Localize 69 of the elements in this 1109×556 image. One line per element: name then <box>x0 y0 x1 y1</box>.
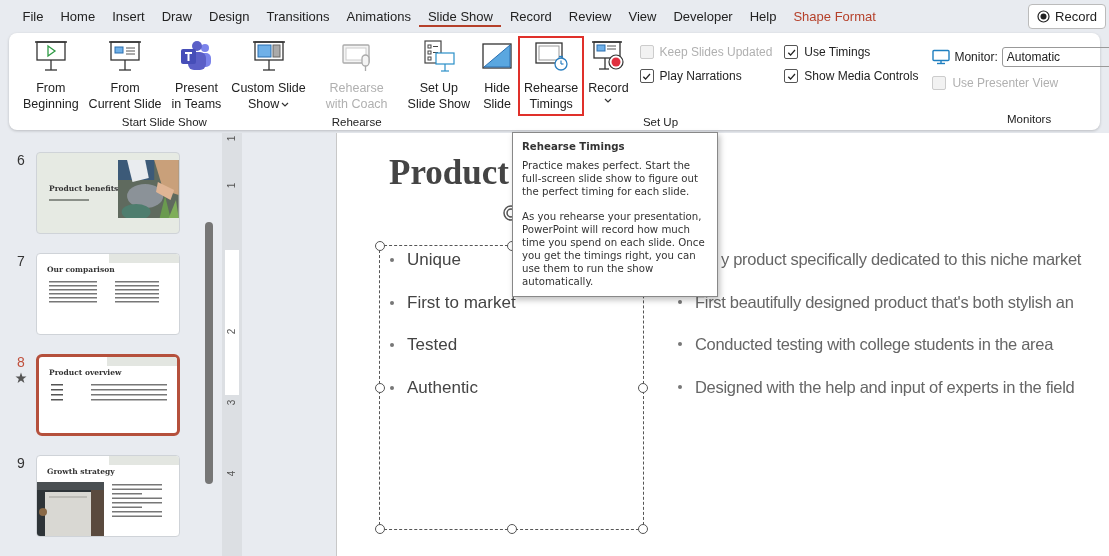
ribbon-tab[interactable]: Home <box>51 6 104 27</box>
slide-title[interactable]: Product <box>389 153 509 193</box>
header-band <box>107 357 177 366</box>
ribbon-button[interactable]: Custom Slide Show <box>226 37 311 115</box>
slide-number: 8 <box>17 354 25 370</box>
ribbon-tab[interactable]: Design <box>200 6 258 27</box>
ribbon-button[interactable]: From Current Slide <box>83 37 167 115</box>
ribbon-tab[interactable]: Record <box>501 6 561 27</box>
ruler-number: 1 <box>226 135 238 142</box>
checkbox-option[interactable]: Use Timings <box>784 45 919 59</box>
slide-number: 6 <box>17 152 25 168</box>
ribbon-tab[interactable]: File <box>14 6 52 27</box>
monitor-dropdown[interactable]: Automatic <box>1001 47 1109 67</box>
projector-play-icon <box>33 39 68 73</box>
ruler-number: 3 <box>226 399 238 406</box>
bullet-item: Conducted testing with college students in the area <box>676 332 1054 375</box>
ribbon-tab[interactable]: Shape Format <box>784 6 885 27</box>
record-button[interactable]: Record <box>1028 4 1106 29</box>
checkbox-option[interactable]: Play Narrations <box>639 69 773 83</box>
bullet-item: y product specifically dedicated to this niche market <box>721 249 1082 270</box>
ribbon-button[interactable]: Set Up Slide Show <box>402 37 476 115</box>
checkbox-option[interactable]: Show Media Controls <box>784 69 919 83</box>
people-icon <box>179 39 214 73</box>
ribbon-tab[interactable]: Slide Show <box>419 6 502 27</box>
slide-number: 9 <box>17 455 25 471</box>
resize-handle[interactable] <box>638 382 648 393</box>
ribbon-tab[interactable]: Transitions <box>257 6 339 27</box>
group-label: Start Slide Show <box>121 115 207 130</box>
ribbon-tab[interactable]: Insert <box>103 6 154 27</box>
ruler-number: 2 <box>226 328 238 335</box>
ribbon-tab[interactable]: Animations <box>338 6 420 27</box>
bullet-item: Tested <box>388 333 643 376</box>
resize-handle[interactable] <box>638 524 648 534</box>
group-label: Monitors <box>1007 112 1052 127</box>
ribbon-tab[interactable]: Draw <box>153 6 201 27</box>
ribbon-button[interactable]: From Beginning <box>18 37 84 115</box>
monitor-label: Monitor: <box>954 50 998 64</box>
projector-panes-icon <box>251 39 286 73</box>
ruler-number: 1 <box>226 182 238 189</box>
scrollbar-thumb[interactable] <box>205 222 213 484</box>
ribbon-button[interactable]: Rehearse Timings <box>519 37 584 115</box>
group-label: Set Up <box>642 115 679 130</box>
projector-record-icon <box>591 39 626 73</box>
record-icon <box>1037 10 1051 23</box>
ribbon-button[interactable]: Present in Teams <box>166 37 227 115</box>
group-label: Rehearse <box>331 115 382 130</box>
ribbon-tab[interactable]: Help <box>741 6 785 27</box>
monitor-icon <box>932 49 951 65</box>
resize-handle[interactable] <box>506 524 517 534</box>
ribbon-tab[interactable]: Developer <box>664 6 742 27</box>
ribbon-tab[interactable]: Review <box>560 6 620 27</box>
ruler-number: 4 <box>226 470 238 477</box>
screen-stopwatch-icon <box>534 39 569 73</box>
projector-slide-icon <box>108 39 143 73</box>
resize-handle[interactable] <box>375 524 385 534</box>
slide-number: 7 <box>17 253 25 269</box>
ribbon-button[interactable]: Hide Slide <box>475 37 520 115</box>
resize-handle[interactable] <box>375 382 385 393</box>
resize-handle[interactable] <box>375 241 385 251</box>
bullet-item: Designed with the help and input of experts in the field <box>676 374 1075 417</box>
header-band <box>109 254 179 263</box>
checklist-projector-icon <box>421 39 456 73</box>
tooltip-text: Practice makes perfect. Start the full-screen slide show to figure out the perfect timing for each slide. <box>522 159 699 198</box>
ribbon-tab[interactable]: View <box>620 6 665 27</box>
tooltip-title: Rehearse Timings <box>522 140 626 153</box>
text-lines-drawing <box>49 199 89 202</box>
header-band <box>109 456 179 465</box>
bullet-item: Authentic <box>388 375 643 418</box>
ribbon-button[interactable]: Record <box>583 37 634 106</box>
